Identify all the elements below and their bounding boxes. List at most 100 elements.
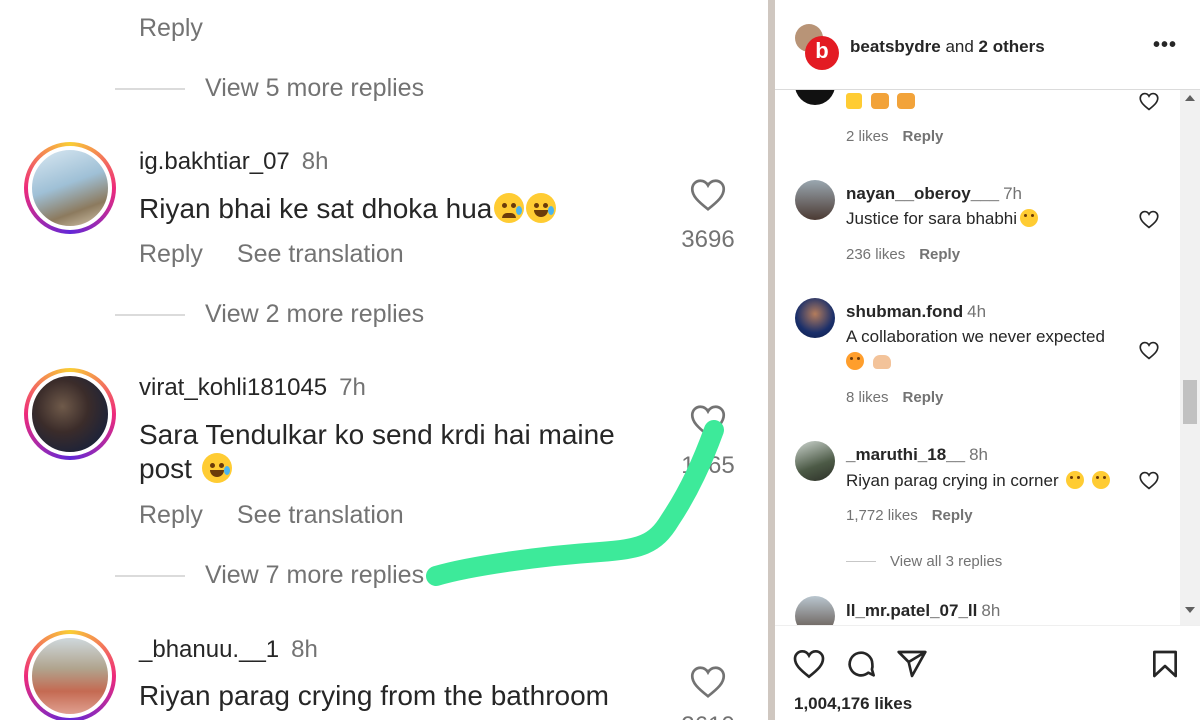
beats-logo-icon[interactable] (805, 36, 839, 70)
more-horizontal-icon[interactable]: ••• (1153, 34, 1177, 57)
panel-divider (768, 0, 775, 720)
username-link[interactable]: ll_mr.patel_07_ll (846, 601, 977, 620)
share-icon[interactable] (896, 648, 928, 680)
scroll-down-arrow-icon[interactable] (1185, 607, 1195, 613)
view-more-replies[interactable]: View 7 more replies (115, 561, 424, 590)
comment-username[interactable]: shubman.fond 4h (846, 302, 986, 322)
like-heart-icon[interactable] (1139, 210, 1159, 229)
cat-emoji-icon (870, 93, 889, 109)
username-link[interactable]: nayan__oberoy___ (846, 184, 999, 203)
comment-meta: 236 likes Reply (846, 246, 960, 263)
like-heart-icon[interactable] (1139, 341, 1159, 360)
desktop-post-panel: beatsbydre and 2 others ••• 2 likes Reply… (775, 0, 1200, 720)
divider-line (115, 87, 185, 90)
divider-line (846, 561, 876, 562)
comment-username[interactable]: _maruthi_18__ 8h (846, 445, 988, 465)
like-heart-icon[interactable] (690, 178, 726, 212)
comment-username[interactable]: virat_kohli181045 7h (139, 374, 366, 402)
avatar-image (28, 146, 112, 230)
view-more-replies-label: View 5 more replies (205, 74, 425, 102)
avatar[interactable] (795, 180, 835, 220)
reply-button[interactable]: Reply (139, 240, 203, 268)
comment-username[interactable]: nayan__oberoy___ 7h (846, 184, 1022, 204)
avatar[interactable] (795, 90, 835, 105)
comment-time: 8h (301, 148, 329, 175)
avatar[interactable] (24, 630, 116, 720)
view-more-replies-label: View 7 more replies (205, 561, 425, 589)
comment-text-content: Riyan bhai ke sat dhoka hua (139, 193, 493, 224)
avatar-image (28, 634, 112, 718)
comment-meta: 1,772 likes Reply (846, 507, 973, 524)
view-more-replies[interactable]: View 5 more replies (115, 74, 424, 103)
comment-time: 8h (969, 445, 988, 464)
like-count[interactable]: 236 likes (846, 246, 905, 263)
heart-hands-emoji-icon (872, 355, 891, 369)
reply-button[interactable]: Reply (903, 128, 944, 145)
avatar[interactable] (795, 441, 835, 481)
avatar[interactable] (795, 596, 835, 625)
comments-list[interactable]: 2 likes Reply nayan__oberoy___ 7h Justice … (775, 90, 1200, 625)
see-translation-button[interactable]: See translation (237, 240, 404, 268)
crying-emoji-icon (494, 193, 525, 223)
comment-time: 7h (339, 374, 366, 401)
like-count[interactable]: 2 likes (846, 128, 889, 145)
comment-username[interactable]: ll_mr.patel_07_ll 8h (846, 601, 1000, 621)
post-header: beatsbydre and 2 others ••• (775, 0, 1200, 90)
like-heart-icon[interactable] (690, 665, 726, 699)
others-link[interactable]: 2 others (979, 37, 1045, 56)
avatar[interactable] (24, 142, 116, 234)
flushed-emoji-icon (1066, 471, 1085, 489)
reply-button[interactable]: Reply (903, 389, 944, 406)
comment-time: 4h (967, 302, 987, 321)
comment-emojis (846, 92, 916, 112)
scrollbar-thumb[interactable] (1183, 380, 1197, 424)
like-count: 1965 (681, 452, 735, 479)
post-like-count[interactable]: 1,004,176 likes (794, 694, 912, 714)
divider-line (115, 574, 185, 577)
bookmark-icon[interactable] (1149, 648, 1181, 680)
reply-button[interactable]: Reply (139, 14, 203, 43)
view-more-replies-label: View 2 more replies (205, 300, 425, 328)
like-heart-icon[interactable] (690, 404, 726, 438)
like-heart-icon[interactable] (1139, 92, 1159, 111)
account-name[interactable]: beatsbydre (850, 37, 941, 56)
comment-text: Justice for sara bhabhi (846, 209, 1039, 229)
comment-icon[interactable] (845, 648, 877, 680)
username-link[interactable]: _maruthi_18__ (846, 445, 965, 464)
like-count: 2610 (668, 712, 748, 720)
view-more-replies[interactable]: View 2 more replies (115, 300, 424, 329)
like-heart-icon[interactable] (1139, 471, 1159, 490)
reply-button[interactable]: Reply (139, 501, 203, 529)
post-authors[interactable]: beatsbydre and 2 others (850, 37, 1045, 57)
thumbs-up-emoji-icon (846, 93, 862, 109)
comment-text-line: Sara Tendulkar ko send krdi hai maine (139, 419, 615, 450)
laughing-emoji-icon (1092, 471, 1111, 489)
see-translation-button[interactable]: See translation (237, 501, 404, 529)
comment-text: A collaboration we never expected (846, 327, 1105, 346)
star-struck-emoji-icon (846, 352, 864, 370)
heart-icon[interactable] (793, 648, 825, 680)
comment-time: 8h (981, 601, 1001, 620)
avatar[interactable] (24, 368, 116, 460)
like-count[interactable]: 1,772 likes (846, 507, 918, 524)
comment-username[interactable]: ig.bakhtiar_07 8h (139, 148, 328, 176)
username-link[interactable]: virat_kohli181045 (139, 374, 327, 401)
comment-actions: Reply See translation (139, 240, 404, 269)
comment-text-content: Riyan parag crying in corner (846, 471, 1059, 490)
scroll-up-arrow-icon[interactable] (1185, 95, 1195, 101)
cat-emoji-icon (897, 93, 916, 109)
username-link[interactable]: ig.bakhtiar_07 (139, 148, 290, 175)
reply-button[interactable]: Reply (932, 507, 973, 524)
comments-scrollbar[interactable] (1180, 90, 1200, 625)
comment-username[interactable]: _bhanuu.__1 8h (139, 636, 318, 664)
flushed-emoji-icon (1020, 209, 1039, 227)
comment-text: Sara Tendulkar ko send krdi hai maine po… (139, 418, 615, 486)
username-link[interactable]: _bhanuu.__1 (139, 636, 279, 663)
comment-text: Riyan parag crying in corner (846, 471, 1111, 491)
like-count: 3696 (681, 226, 735, 253)
like-count[interactable]: 8 likes (846, 389, 889, 406)
reply-button[interactable]: Reply (919, 246, 960, 263)
avatar[interactable] (795, 298, 835, 338)
view-all-replies[interactable]: View all 3 replies (846, 553, 1002, 570)
username-link[interactable]: shubman.fond (846, 302, 963, 321)
